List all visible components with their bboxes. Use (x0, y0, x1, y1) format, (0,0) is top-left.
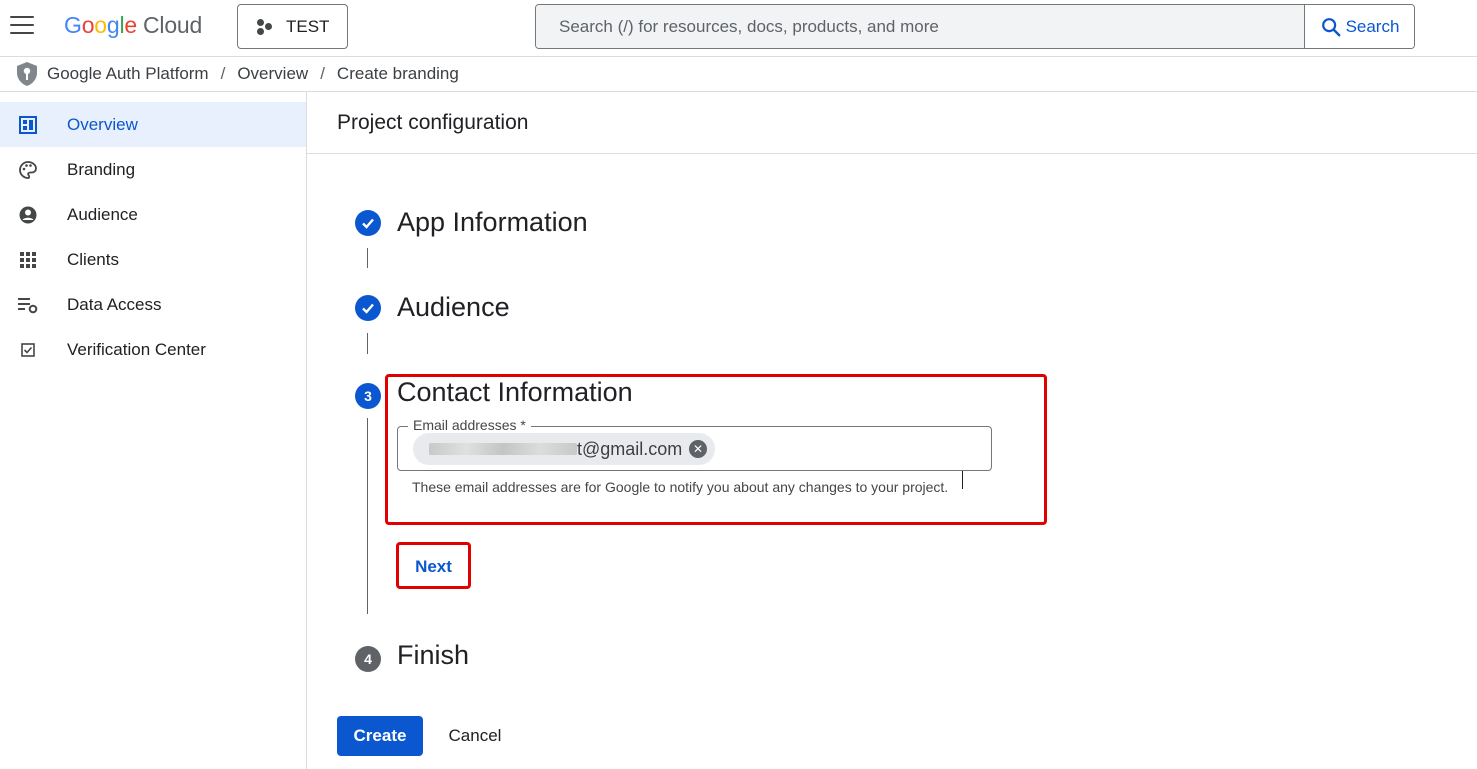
account-circle-icon (18, 205, 38, 225)
main-menu-icon[interactable] (10, 16, 34, 36)
sidebar-item-verification-center[interactable]: Verification Center (0, 327, 306, 372)
main-content: Project configuration App Information Au… (307, 92, 1477, 769)
search-button-label: Search (1345, 16, 1400, 36)
breadcrumb-item-overview[interactable]: Overview (237, 64, 308, 84)
search-bar: Search (535, 4, 1415, 49)
redacted-text (429, 443, 577, 455)
google-cloud-logo[interactable]: Google Cloud (64, 12, 202, 39)
sidebar-item-audience[interactable]: Audience (0, 192, 306, 237)
step-connector (367, 333, 368, 354)
step-complete-icon (355, 210, 381, 236)
step-connector (367, 418, 368, 614)
step-complete-icon (355, 295, 381, 321)
sidebar-item-label: Overview (67, 114, 138, 134)
breadcrumb-separator: / (220, 64, 226, 83)
page-title: Project configuration (307, 92, 1477, 154)
sidebar-item-data-access[interactable]: Data Access (0, 282, 306, 327)
sidebar-item-label: Verification Center (67, 339, 206, 359)
step-number-badge: 3 (355, 383, 381, 409)
apps-grid-icon (18, 250, 38, 270)
search-icon (1321, 17, 1341, 36)
step-title-finish: Finish (397, 640, 470, 670)
email-chip[interactable]: t@gmail.com ✕ (413, 433, 715, 465)
email-addresses-field[interactable]: Email addresses * t@gmail.com ✕ (397, 417, 992, 471)
breadcrumb-item-create-branding: Create branding (336, 64, 459, 83)
cancel-button[interactable]: Cancel (435, 716, 515, 756)
palette-icon (18, 160, 38, 180)
next-button[interactable]: Next (399, 546, 468, 588)
shield-key-icon (17, 62, 37, 86)
step-connector (367, 248, 368, 268)
sidebar-item-overview[interactable]: Overview (0, 102, 306, 147)
remove-chip-icon[interactable]: ✕ (689, 440, 707, 458)
sidebar-item-clients[interactable]: Clients (0, 237, 306, 282)
sidebar-item-label: Branding (67, 159, 136, 179)
search-button[interactable]: Search (1304, 5, 1414, 48)
email-chip-text: t@gmail.com (577, 438, 683, 459)
checkbox-icon (18, 340, 38, 360)
breadcrumb-separator: / (320, 64, 325, 83)
search-input[interactable] (536, 5, 1304, 48)
breadcrumb: Google Auth Platform / Overview / Create… (0, 57, 1477, 92)
breadcrumb-item-auth-platform[interactable]: Google Auth Platform (47, 64, 209, 84)
step-title-audience[interactable]: Audience (397, 292, 510, 323)
sidebar-item-label: Data Access (67, 294, 162, 314)
project-icon (256, 18, 272, 35)
list-settings-icon (18, 295, 38, 315)
step-title-app-information[interactable]: App Information (397, 207, 588, 238)
top-bar: Google Cloud TEST Search (0, 0, 1477, 57)
project-name: TEST (286, 16, 330, 36)
project-picker-button[interactable]: TEST (237, 4, 348, 49)
sidebar: Overview Branding Audience Clients Data … (0, 92, 307, 769)
email-helper-text: These email addresses are for Google to … (412, 479, 949, 495)
dashboard-icon (18, 115, 38, 135)
sidebar-item-label: Clients (67, 249, 119, 269)
sidebar-item-branding[interactable]: Branding (0, 147, 306, 192)
email-field-label: Email addresses * (408, 417, 531, 433)
create-button[interactable]: Create (337, 716, 423, 756)
sidebar-item-label: Audience (67, 204, 138, 224)
step-number-badge: 4 (355, 646, 381, 672)
